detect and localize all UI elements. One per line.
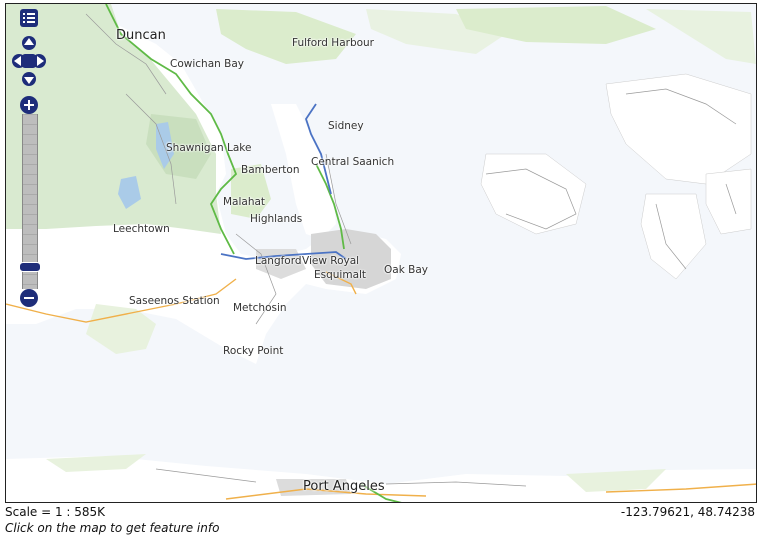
- place-label-saseenos-station: Saseenos Station: [129, 295, 220, 307]
- place-label-bamberton: Bamberton: [241, 164, 300, 176]
- place-label-view-royal: View Royal: [302, 255, 360, 267]
- map-basemap: [6, 4, 756, 502]
- place-label-shawnigan-lake: Shawnigan Lake: [166, 142, 252, 154]
- minus-icon: [24, 297, 34, 299]
- plus-icon: [24, 100, 34, 110]
- place-label-highlands: Highlands: [250, 213, 303, 225]
- place-label-malahat: Malahat: [223, 196, 266, 208]
- zoom-out-button[interactable]: [20, 289, 38, 307]
- map-viewport[interactable]: Duncan Fulford Harbour Cowichan Bay Sidn…: [5, 3, 757, 503]
- place-label-leechtown: Leechtown: [113, 223, 170, 235]
- cursor-coordinates: -123.79621, 48.74238: [620, 505, 755, 519]
- place-label-sidney: Sidney: [328, 120, 364, 132]
- scale-readout: Scale = 1 : 585K: [5, 505, 106, 519]
- zoom-slider-handle[interactable]: [19, 262, 41, 272]
- place-label-central-saanich: Central Saanich: [311, 156, 395, 168]
- place-label-metchosin: Metchosin: [233, 302, 287, 314]
- zoom-in-button[interactable]: [20, 96, 38, 114]
- place-label-esquimalt: Esquimalt: [314, 269, 367, 281]
- pan-control: [11, 34, 47, 89]
- place-label-fulford-harbour: Fulford Harbour: [292, 37, 375, 49]
- layer-list-icon: [23, 13, 35, 23]
- place-label-oak-bay: Oak Bay: [384, 264, 428, 276]
- feature-info-hint: Click on the map to get feature info: [5, 521, 220, 535]
- place-label-port-angeles: Port Angeles: [303, 479, 385, 494]
- place-label-duncan: Duncan: [116, 28, 166, 43]
- layer-switcher-button[interactable]: [20, 9, 38, 27]
- place-label-langford: Langford: [255, 255, 302, 267]
- place-label-cowichan-bay: Cowichan Bay: [170, 58, 244, 70]
- pan-arrows-icon: [12, 36, 46, 86]
- place-label-rocky-point: Rocky Point: [223, 345, 284, 357]
